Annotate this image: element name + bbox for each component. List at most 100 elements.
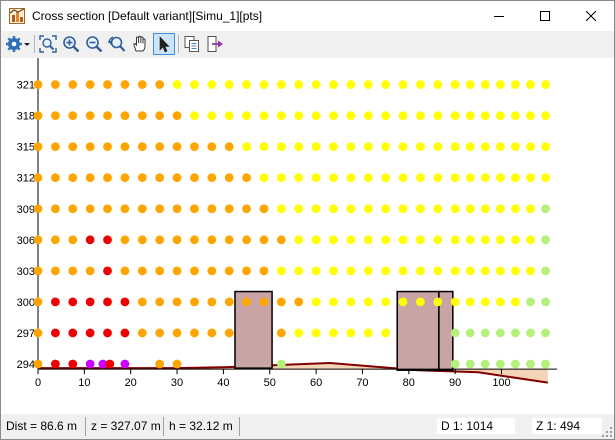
receiver-point xyxy=(541,235,550,245)
pan-button[interactable] xyxy=(129,33,151,55)
title-bar[interactable]: Cross section [Default variant][Simu_1][… xyxy=(1,1,614,31)
receiver-point xyxy=(398,111,408,120)
hand-icon xyxy=(133,35,146,52)
resize-grip-icon[interactable] xyxy=(602,427,612,437)
receiver-point xyxy=(50,142,60,152)
status-height: h = 32.12 m xyxy=(169,419,233,433)
receiver-point xyxy=(50,173,60,183)
receiver-point xyxy=(450,173,460,183)
receiver-point xyxy=(50,359,60,369)
receiver-point xyxy=(294,235,304,245)
copy-button[interactable] xyxy=(181,33,203,55)
receiver-point xyxy=(495,235,505,245)
receiver-point xyxy=(450,111,460,120)
gear-dropdown-icon xyxy=(6,36,30,52)
maximize-button[interactable] xyxy=(522,1,568,31)
receiver-point xyxy=(346,297,356,307)
receiver-point xyxy=(50,328,60,338)
zoom-in-button[interactable] xyxy=(60,33,82,55)
receiver-point xyxy=(398,80,408,89)
receiver-point xyxy=(495,204,505,214)
receiver-point xyxy=(103,80,112,89)
receiver-point xyxy=(172,173,182,183)
receiver-point xyxy=(207,266,217,276)
receiver-point xyxy=(103,204,112,214)
receiver-point xyxy=(511,359,520,369)
receiver-point xyxy=(363,328,373,338)
receiver-point xyxy=(541,142,550,152)
select-button[interactable] xyxy=(153,33,175,55)
receiver-point xyxy=(346,142,356,152)
close-button[interactable] xyxy=(568,1,614,31)
receiver-point xyxy=(103,297,112,307)
receiver-point xyxy=(346,80,356,89)
receiver-point xyxy=(433,297,443,307)
receiver-point xyxy=(242,266,251,276)
receiver-point xyxy=(103,142,112,152)
receiver-point xyxy=(155,266,165,276)
minimize-button[interactable] xyxy=(476,1,522,31)
receiver-point xyxy=(207,297,217,307)
receiver-point xyxy=(103,266,112,276)
receiver-point xyxy=(398,173,408,183)
receiver-point xyxy=(190,204,199,214)
receiver-point xyxy=(103,235,112,245)
receiver-point xyxy=(137,204,147,214)
receiver-point xyxy=(381,80,391,89)
receiver-point xyxy=(155,142,165,152)
y-tick-label: 312 xyxy=(17,173,35,185)
receiver-point xyxy=(207,235,217,245)
y-tick-label: 297 xyxy=(17,328,35,340)
receiver-point xyxy=(155,297,165,307)
receiver-point xyxy=(68,328,78,338)
status-d-scale: D 1: 1014 xyxy=(441,419,494,433)
receiver-point xyxy=(398,204,408,214)
y-tick-label: 324 xyxy=(17,58,35,61)
receiver-point xyxy=(259,173,269,183)
receiver-point xyxy=(68,142,78,152)
receiver-point xyxy=(346,204,356,214)
zoom-previous-button[interactable] xyxy=(106,33,128,55)
receiver-point xyxy=(120,328,130,338)
zoom-extent-button[interactable] xyxy=(37,33,59,55)
export-button[interactable] xyxy=(204,33,226,55)
receiver-point xyxy=(85,204,95,214)
receiver-point xyxy=(311,111,321,120)
zoom-fit-icon xyxy=(39,35,57,53)
receiver-point xyxy=(85,359,95,369)
receiver-point xyxy=(224,235,234,245)
receiver-point xyxy=(294,204,304,214)
y-tick-label: 300 xyxy=(17,297,35,309)
receiver-point xyxy=(465,142,475,152)
cross-section-chart[interactable]: 294 297 300 303 306 309 312 315 318 321 324 0 10 20 30… xyxy=(1,37,614,414)
maximize-icon xyxy=(540,11,550,21)
receiver-point xyxy=(68,173,78,183)
receiver-point xyxy=(311,173,321,183)
y-tick-label: 321 xyxy=(17,80,35,92)
receiver-point xyxy=(311,204,321,214)
receiver-point xyxy=(242,80,251,89)
receiver-point xyxy=(103,111,112,120)
cross-section-plot-area[interactable]: 294 297 300 303 306 309 312 315 318 321 324 0 10 20 30… xyxy=(1,37,614,414)
receiver-point xyxy=(224,80,234,89)
receiver-point xyxy=(311,297,321,307)
receiver-point xyxy=(381,142,391,152)
receiver-point xyxy=(495,328,505,338)
receiver-point xyxy=(276,328,286,338)
receiver-point xyxy=(294,297,304,307)
zoom-back-icon xyxy=(108,36,126,52)
receiver-point xyxy=(329,142,338,152)
status-bar: Dist = 86.6 m z = 327.07 m h = 32.12 m D… xyxy=(1,415,614,439)
receiver-point xyxy=(294,142,304,152)
receiver-point xyxy=(50,297,60,307)
receiver-point xyxy=(495,142,505,152)
receiver-point xyxy=(50,266,60,276)
arrow-cursor-icon xyxy=(159,36,170,53)
receiver-point xyxy=(450,235,460,245)
receiver-point xyxy=(526,142,535,152)
receiver-point xyxy=(190,266,199,276)
zoom-out-button[interactable] xyxy=(83,33,105,55)
receiver-point xyxy=(276,235,286,245)
receiver-point xyxy=(363,111,373,120)
settings-menu-button[interactable] xyxy=(3,33,31,55)
